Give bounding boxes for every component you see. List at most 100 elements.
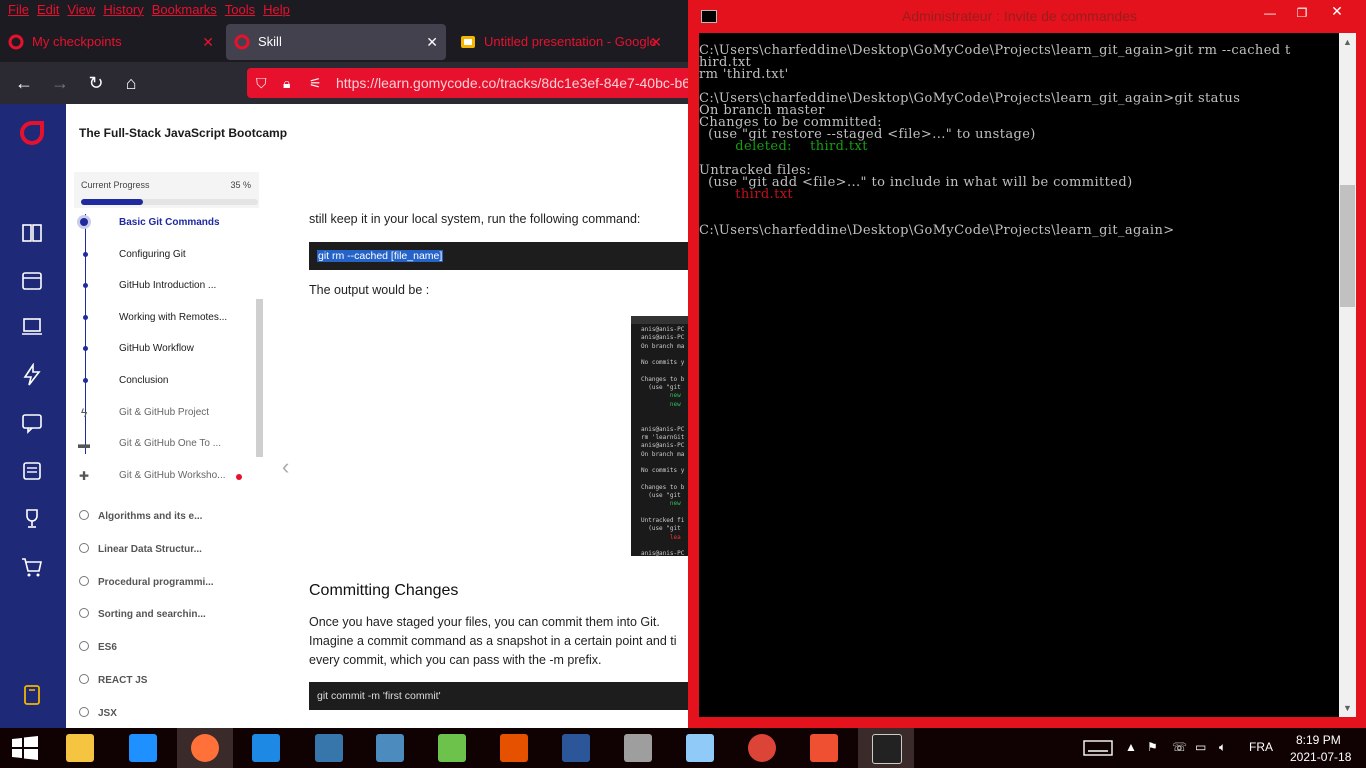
taskbar-app[interactable] bbox=[610, 728, 666, 768]
network-icon[interactable]: ⚑ bbox=[1147, 740, 1158, 754]
screenshot-line: No commits y bbox=[641, 359, 685, 367]
scroll-down-icon[interactable]: ▼ bbox=[1339, 703, 1356, 713]
chat-icon: ▬ bbox=[78, 437, 90, 452]
home-icon[interactable]: ⌂ bbox=[119, 71, 143, 95]
language-indicator[interactable]: FRA bbox=[1249, 740, 1273, 754]
lesson-item[interactable]: GitHub Introduction ... bbox=[119, 280, 216, 291]
module-item[interactable]: Sorting and searchin... bbox=[98, 609, 206, 620]
screenshot-line: anis@anis-PC bbox=[641, 334, 685, 342]
module-item[interactable]: Procedural programmi... bbox=[98, 577, 214, 588]
taskbar-app[interactable] bbox=[486, 728, 542, 768]
module-item[interactable]: Linear Data Structur... bbox=[98, 544, 202, 555]
taskbar-app[interactable] bbox=[672, 728, 728, 768]
lesson-dot bbox=[80, 218, 88, 226]
lock-icon[interactable]: 🔒︎ bbox=[283, 75, 290, 92]
lesson-item[interactable]: Configuring Git bbox=[119, 249, 186, 260]
tab-my-checkpoints[interactable]: My checkpoints ✕ bbox=[0, 24, 222, 60]
screenshot-line: No commits y bbox=[641, 467, 685, 475]
console-line: rm 'third.txt' bbox=[699, 67, 789, 82]
taskbar-app[interactable] bbox=[177, 728, 233, 768]
screenshot-line: (use "git bbox=[641, 525, 681, 533]
taskbar-app[interactable] bbox=[52, 728, 108, 768]
lesson-item[interactable]: Conclusion bbox=[119, 375, 168, 386]
clock-date[interactable]: 2021-07-18 bbox=[1290, 750, 1351, 764]
shield-icon[interactable]: ⛉ bbox=[256, 75, 267, 92]
menu-item-help[interactable]: Help bbox=[263, 2, 290, 17]
module-item[interactable]: Algorithms and its e... bbox=[98, 511, 202, 522]
windows-start-icon[interactable] bbox=[12, 736, 38, 760]
lesson-item[interactable]: Working with Remotes... bbox=[119, 312, 227, 323]
close-button[interactable]: ✕ bbox=[1314, 0, 1360, 22]
notebook-icon[interactable] bbox=[20, 683, 44, 707]
permissions-icon[interactable]: ⚟ bbox=[309, 75, 322, 92]
module-status-icon bbox=[79, 542, 89, 553]
module-item[interactable]: ES6 bbox=[98, 642, 117, 653]
taskbar-app[interactable] bbox=[301, 728, 357, 768]
module-item[interactable]: REACT JS bbox=[98, 675, 147, 686]
tab-untitled-presentation[interactable]: Untitled presentation - Google ✕ bbox=[452, 24, 670, 60]
close-icon[interactable]: ✕ bbox=[650, 24, 662, 60]
trophy-icon[interactable] bbox=[20, 507, 44, 531]
code-text[interactable]: git commit -m 'first commit' bbox=[317, 690, 441, 702]
menu-item-view[interactable]: View bbox=[67, 2, 95, 17]
lesson-dot bbox=[83, 346, 88, 352]
back-icon[interactable]: ← bbox=[12, 71, 36, 95]
module-item[interactable]: JSX bbox=[98, 708, 117, 719]
taskbar-app[interactable] bbox=[796, 728, 852, 768]
reload-icon[interactable]: ↻ bbox=[84, 71, 108, 95]
close-icon[interactable]: ✕ bbox=[426, 24, 438, 60]
paragraph: Imagine a commit command as a snapshot i… bbox=[309, 634, 677, 648]
taskbar-app[interactable] bbox=[238, 728, 294, 768]
document-icon[interactable] bbox=[20, 459, 44, 483]
url-bar[interactable]: ⛉ 🔒︎ ⚟ https://learn.gomycode.co/tracks/… bbox=[247, 68, 700, 98]
close-icon[interactable]: ✕ bbox=[202, 24, 214, 60]
taskbar-app[interactable] bbox=[115, 728, 171, 768]
tab-label: My checkpoints bbox=[32, 34, 122, 49]
calendar-icon[interactable] bbox=[20, 268, 44, 292]
taskbar-app[interactable] bbox=[362, 728, 418, 768]
console-scrollbar[interactable]: ▲ ▼ bbox=[1339, 33, 1356, 717]
progress-fill bbox=[81, 199, 143, 205]
console-output[interactable]: C:\Users\charfeddine\Desktop\GoMyCode\Pr… bbox=[699, 33, 1339, 717]
menu-item-edit[interactable]: Edit bbox=[37, 2, 59, 17]
menu-item-bookmarks[interactable]: Bookmarks bbox=[152, 2, 217, 17]
tracks-icon[interactable] bbox=[20, 221, 44, 245]
taskbar-app[interactable] bbox=[548, 728, 604, 768]
keyboard-icon[interactable] bbox=[1083, 740, 1113, 756]
tab-skill[interactable]: Skill ✕ bbox=[226, 24, 446, 60]
code-text[interactable]: git rm --cached [file_name] bbox=[317, 250, 444, 262]
cart-icon[interactable] bbox=[20, 555, 44, 579]
taskbar-app[interactable] bbox=[734, 728, 790, 768]
maximize-icon[interactable]: ❐ bbox=[1292, 5, 1312, 21]
progress-card: Current Progress 35 % bbox=[74, 172, 259, 208]
minimize-icon[interactable]: — bbox=[1260, 5, 1280, 21]
gomycode-logo-icon[interactable] bbox=[19, 120, 45, 146]
menu-item-tools[interactable]: Tools bbox=[225, 2, 255, 17]
bolt-icon[interactable] bbox=[20, 363, 44, 387]
sidebar-scrollbar[interactable] bbox=[256, 299, 263, 457]
lesson-item[interactable]: Git & GitHub Worksho... bbox=[119, 470, 226, 481]
forward-icon[interactable]: → bbox=[48, 71, 72, 95]
taskbar-app[interactable] bbox=[858, 728, 914, 768]
scroll-thumb[interactable] bbox=[1340, 185, 1355, 307]
menu-item-history[interactable]: History bbox=[103, 2, 143, 17]
screenshot-line: On branch ma bbox=[641, 450, 685, 458]
progress-value: 35 % bbox=[230, 180, 251, 190]
clock-time[interactable]: 8:19 PM bbox=[1296, 733, 1341, 747]
taskbar-app[interactable] bbox=[424, 728, 480, 768]
lesson-item[interactable]: GitHub Workflow bbox=[119, 343, 194, 354]
module-status-icon bbox=[79, 575, 89, 586]
lesson-item[interactable]: Git & GitHub Project bbox=[119, 407, 209, 418]
menu-item-file[interactable]: File bbox=[8, 2, 29, 17]
laptop-icon[interactable] bbox=[20, 315, 44, 339]
lesson-item[interactable]: Git & GitHub One To ... bbox=[119, 438, 221, 449]
chevron-left-icon[interactable]: ‹ bbox=[282, 454, 289, 480]
phone-icon[interactable]: ☏ bbox=[1172, 740, 1187, 754]
scroll-up-icon[interactable]: ▲ bbox=[1339, 37, 1356, 47]
display-icon[interactable]: ▭ bbox=[1195, 740, 1206, 754]
chevron-up-icon[interactable]: ▲ bbox=[1125, 740, 1137, 754]
slides-icon bbox=[461, 36, 475, 48]
volume-icon[interactable]: 🔈︎ bbox=[1219, 740, 1226, 755]
lesson-item[interactable]: Basic Git Commands bbox=[119, 217, 220, 228]
chat-icon[interactable] bbox=[20, 411, 44, 435]
